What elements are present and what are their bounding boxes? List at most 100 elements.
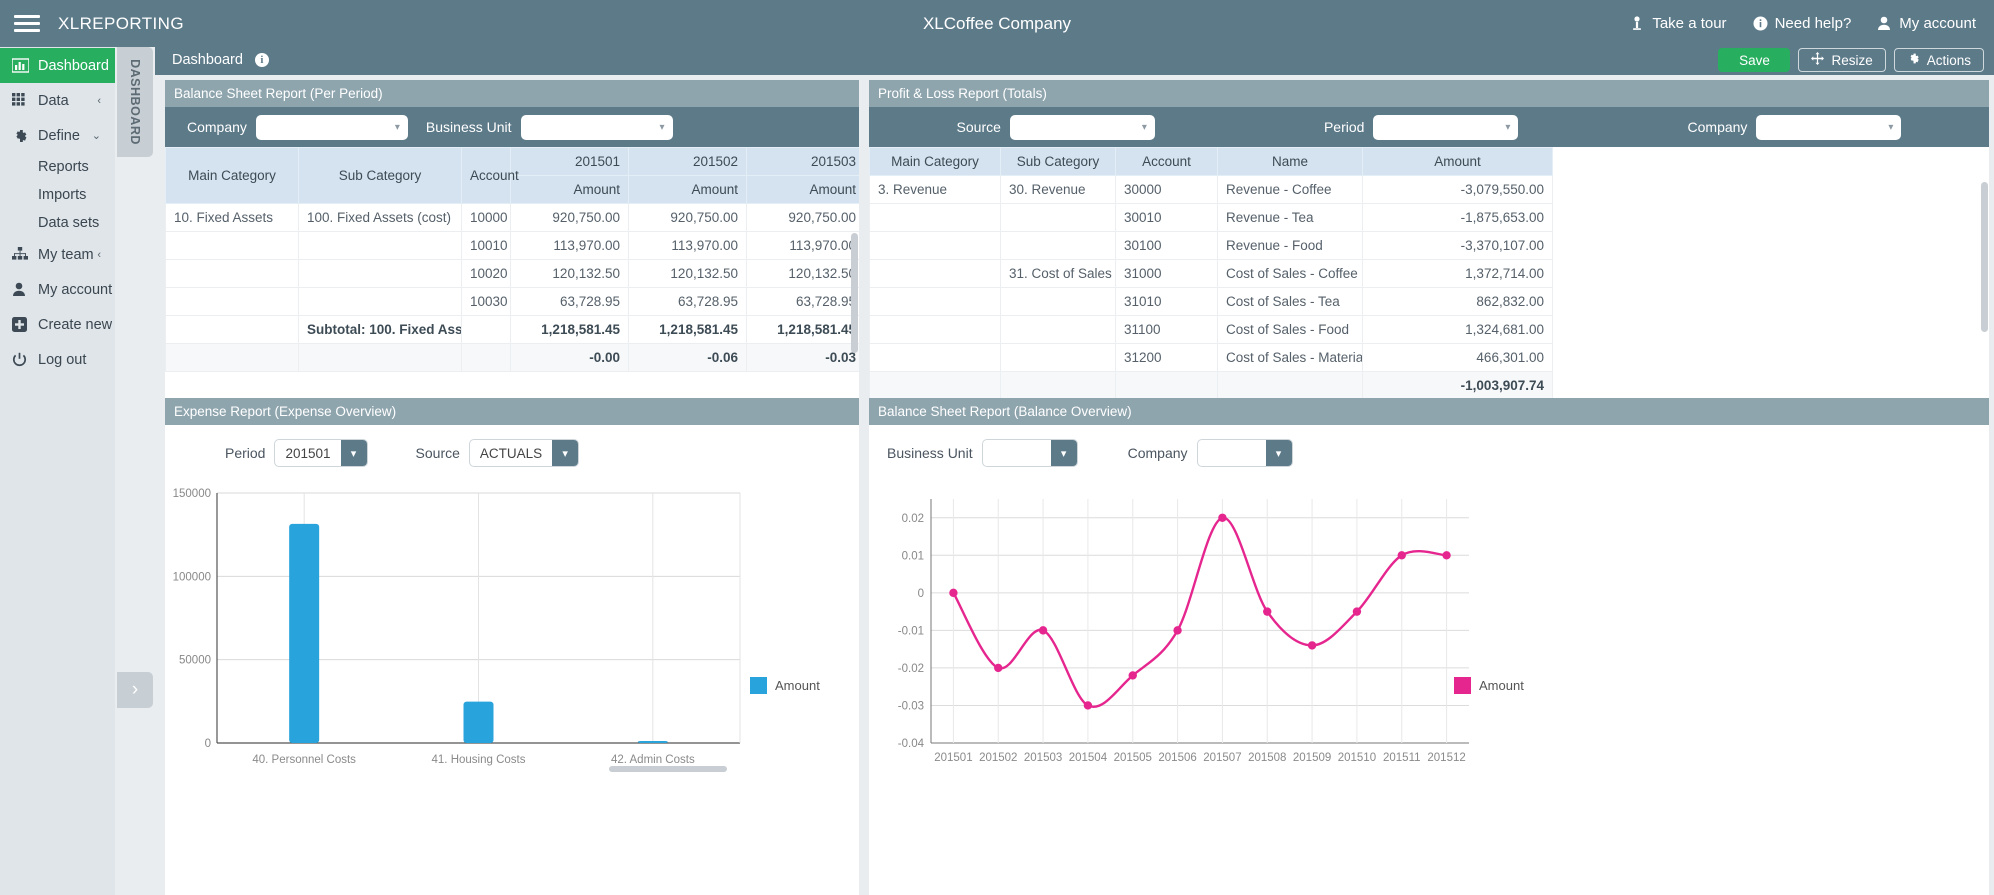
data-point-6[interactable] — [1218, 513, 1227, 522]
brand-logo[interactable]: XLREPORTING — [58, 14, 184, 34]
cell-amount: 1,372,714.00 — [1362, 259, 1553, 288]
cell-account: 30010 — [1115, 203, 1218, 232]
sidebar-item-my-team[interactable]: My team ‹ — [0, 237, 115, 272]
data-point-10[interactable] — [1397, 551, 1406, 560]
filter-business-unit: Business Unit ▾ — [426, 114, 673, 140]
sitemap-icon — [12, 247, 34, 262]
profit-loss-vertical-scrollbar[interactable] — [1981, 182, 1988, 332]
topbar-actions: Take a tour Need help? My account — [1630, 15, 1976, 32]
profit-loss-table: Main Category Sub Category Account Name … — [869, 147, 1989, 400]
period-select[interactable]: 201501 ▾ — [274, 439, 368, 467]
expense-bar-chart[interactable]: 0 50000 100000 150000 40. Personnel Costs 41.… — [165, 481, 859, 781]
need-help-button[interactable]: Need help? — [1753, 15, 1851, 32]
data-point-5[interactable] — [1173, 626, 1182, 635]
table-row[interactable]: 10030 63,728.95 63,728.95 63,728.95 — [165, 287, 859, 316]
table-row[interactable]: 31100 Cost of Sales - Food 1,324,681.00 — [869, 315, 1989, 344]
bar-1[interactable] — [463, 701, 494, 743]
sidebar-item-create-new[interactable]: Create new — [0, 307, 115, 342]
cell-account: 31010 — [1115, 287, 1218, 316]
expense-chart-horizontal-scrollbar[interactable] — [609, 766, 727, 772]
bar-2[interactable] — [637, 741, 668, 743]
hamburger-menu-icon[interactable] — [14, 11, 40, 36]
sidebar-expand-button[interactable]: › — [117, 672, 153, 708]
filter-label: Company — [187, 119, 247, 135]
filter-label: Period — [225, 445, 266, 461]
sidebar-item-define[interactable]: Define ⌄ — [0, 118, 115, 153]
profit-loss-table-head: Main Category Sub Category Account Name … — [869, 147, 1989, 176]
cell-main-category — [165, 315, 299, 344]
cell-empty — [1000, 371, 1116, 400]
business-unit-select[interactable]: ▾ — [520, 114, 673, 140]
data-point-11[interactable] — [1442, 551, 1451, 560]
sidebar-item-data[interactable]: Data ‹ — [0, 83, 115, 118]
sidebar-item-dashboard[interactable]: Dashboard — [0, 48, 115, 83]
sidebar-subitem-data-sets[interactable]: Data sets — [0, 209, 115, 237]
cell-subtotal-label: Subtotal: 100. Fixed Assets (cost) — [298, 315, 462, 344]
company-select[interactable]: ▾ — [1196, 439, 1293, 467]
data-point-4[interactable] — [1128, 671, 1137, 680]
line-series-amount[interactable] — [952, 516, 1447, 709]
table-row[interactable]: 31010 Cost of Sales - Tea 862,832.00 — [869, 287, 1989, 316]
col-amount: Amount — [1362, 147, 1553, 176]
data-point-3[interactable] — [1083, 701, 1093, 710]
my-account-button[interactable]: My account — [1877, 15, 1976, 32]
filter-company: Company ▾ — [1688, 114, 1902, 140]
balance-overview-line-chart[interactable]: -0.04 -0.03 -0.02 -0.01 0 0.01 0.02 201501 20150… — [869, 481, 1989, 781]
data-point-2[interactable] — [1038, 626, 1048, 635]
x-axis-tick-label: 40. Personnel Costs — [252, 754, 356, 766]
balance-sheet-vertical-scrollbar[interactable] — [851, 233, 858, 353]
cell-sub-category — [1000, 315, 1116, 344]
bar-0[interactable] — [289, 523, 320, 743]
chevron-right-icon: › — [131, 679, 139, 700]
balance-sheet-filter-bar: Company ▾ Business Unit ▾ — [165, 107, 859, 147]
company-select[interactable]: ▾ — [1756, 114, 1902, 140]
cell-amount: -1,875,653.00 — [1362, 203, 1553, 232]
table-row[interactable]: 3. Revenue 30. Revenue 30000 Revenue - Coff… — [869, 175, 1989, 204]
cell-main-category — [869, 259, 1001, 288]
expense-chart-area: 0 50000 100000 150000 40. Personnel Costs 41.… — [165, 481, 859, 895]
actions-button[interactable]: Actions — [1893, 48, 1984, 72]
sidebar-item-log-out[interactable]: Log out — [0, 342, 115, 377]
company-select[interactable]: ▾ — [255, 114, 408, 140]
table-row[interactable]: 10. Fixed Assets 100. Fixed Assets (cost)… — [165, 203, 859, 232]
col-amount-201503: Amount — [746, 175, 859, 204]
filter-company: Company ▾ — [1128, 439, 1293, 467]
x-axis-tick-label: 201512 — [1427, 752, 1465, 764]
cell-main-category: 10. Fixed Assets — [165, 203, 299, 232]
info-icon[interactable]: i — [254, 53, 269, 67]
cell-account: 10000 — [461, 203, 511, 232]
business-unit-select[interactable]: ▾ — [981, 439, 1078, 467]
data-point-0[interactable] — [949, 588, 958, 598]
table-row[interactable]: 31200 Cost of Sales - Materials 466,301.00 — [869, 343, 1989, 372]
data-point-9[interactable] — [1352, 607, 1362, 616]
chevron-left-icon[interactable]: ‹ — [97, 95, 101, 107]
table-row[interactable]: 10020 120,132.50 120,132.50 120,132.50 — [165, 259, 859, 288]
sidebar-item-my-account[interactable]: My account — [0, 272, 115, 307]
table-row[interactable]: 30010 Revenue - Tea -1,875,653.00 — [869, 203, 1989, 232]
gear-icon — [1907, 52, 1920, 68]
cell-sub-category — [298, 287, 462, 316]
table-row[interactable]: 10010 113,970.00 113,970.00 113,970.00 — [165, 231, 859, 260]
x-axis-tick-label: 201508 — [1248, 752, 1286, 764]
resize-button[interactable]: Resize — [1798, 48, 1886, 72]
chevron-down-icon[interactable]: ⌄ — [92, 129, 101, 142]
source-select[interactable]: ▾ — [1009, 114, 1155, 140]
dashboard-vertical-tab-label: DASHBOARD — [128, 59, 142, 145]
sidebar-subitem-reports[interactable]: Reports — [0, 153, 115, 181]
take-a-tour-button[interactable]: Take a tour — [1630, 15, 1727, 32]
chevron-left-icon[interactable]: ‹ — [97, 249, 101, 261]
table-row[interactable]: 31. Cost of Sales 31000 Cost of Sales - Co… — [869, 259, 1989, 288]
dashboard-vertical-tab[interactable]: DASHBOARD — [117, 47, 153, 157]
filter-label: Source — [956, 119, 1001, 135]
data-point-8[interactable] — [1307, 641, 1317, 650]
source-select[interactable]: ACTUALS ▾ — [468, 439, 580, 467]
filter-business-unit: Business Unit ▾ — [887, 439, 1078, 467]
data-point-1[interactable] — [994, 663, 1003, 673]
sidebar-subitem-imports[interactable]: Imports — [0, 181, 115, 209]
cell-main-category — [165, 231, 299, 260]
table-row[interactable]: 30100 Revenue - Food -3,370,107.00 — [869, 231, 1989, 260]
period-select[interactable]: ▾ — [1373, 114, 1519, 140]
data-point-7[interactable] — [1263, 607, 1272, 616]
save-button[interactable]: Save — [1718, 48, 1791, 72]
cell-empty — [1217, 371, 1363, 400]
